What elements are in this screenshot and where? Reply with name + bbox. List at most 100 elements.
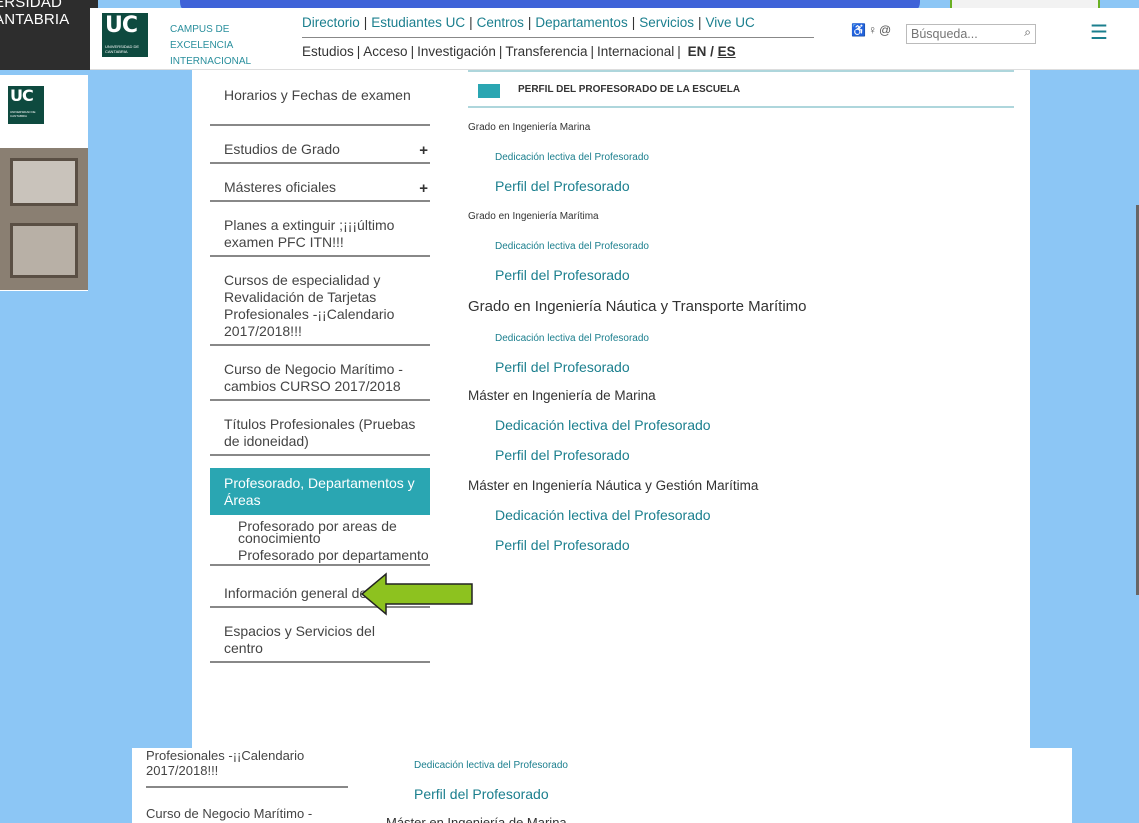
sidebar-item-horarios[interactable]: Horarios y Fechas de examen (210, 84, 430, 126)
lang-separator: / (706, 44, 718, 59)
section-title: PERFIL DEL PROFESORADO DE LA ESCUELA (518, 84, 741, 95)
green-arrow-icon (360, 572, 473, 616)
sidebar-item-cursos-especialidad[interactable]: Cursos de especialidad y Revalidación de… (210, 269, 430, 346)
program-heading: Máster en Ingeniería de Marina (468, 388, 656, 403)
background-photo-strip: UC UNIVERSIDAD DE CANTABRIA (0, 75, 88, 291)
nav-internacional[interactable]: Internacional (597, 44, 674, 59)
nav-departamentos[interactable]: Departamentos (535, 15, 627, 30)
nav-separator: | (356, 44, 361, 59)
sidebar-item-label: Títulos Profesionales (Pruebas de idonei… (224, 416, 416, 449)
logo-text: UC (10, 86, 34, 105)
lang-es-link[interactable]: ES (718, 44, 736, 59)
nav-separator: | (363, 15, 368, 30)
sidebar-fragment-text[interactable]: Curso de Negocio Marítimo - (146, 806, 312, 821)
email-icon[interactable]: @ (879, 23, 893, 37)
program-heading: Grado en Ingeniería Marina (468, 122, 591, 133)
campus-label[interactable]: CAMPUS DE EXCELENCIA INTERNACIONAL (170, 22, 251, 70)
sidebar-item-negocio-maritimo[interactable]: Curso de Negocio Marítimo - cambios CURS… (210, 358, 430, 401)
secondary-nav: Estudios | Acceso | Investigación | Transferen… (302, 44, 736, 59)
nav-directorio[interactable]: Directorio (302, 15, 360, 30)
perfil-link[interactable]: Perfil del Profesorado (414, 786, 549, 802)
sidebar-item-planes-extinguir[interactable]: Planes a extinguir ;¡¡¡último examen PFC… (210, 214, 430, 257)
logo-subtext: UNIVERSIDAD DE CANTABRIA (105, 44, 140, 54)
expand-plus-icon[interactable]: + (419, 142, 428, 159)
sidebar-item-label: Cursos de especialidad y Revalidación de… (224, 272, 395, 339)
building-photo (0, 148, 88, 290)
sidebar-item-label: Curso de Negocio Marítimo - cambios CURS… (224, 361, 403, 394)
nav-divider (302, 37, 814, 38)
sidebar-item-label: Másteres oficiales (224, 179, 337, 195)
background-text-line: ANTABRIA (0, 11, 70, 28)
nav-investigacion[interactable]: Investigación (417, 44, 496, 59)
nav-centros[interactable]: Centros (477, 15, 524, 30)
nav-separator: | (677, 44, 681, 59)
perfil-link[interactable]: Perfil del Profesorado (495, 537, 630, 553)
perfil-link[interactable]: Perfil del Profesorado (495, 267, 630, 283)
sidebar-subitem-departamento[interactable]: Profesorado por departamento (210, 544, 430, 566)
dedicacion-link[interactable]: Dedicación lectiva del Profesorado (495, 241, 649, 252)
campus-line: CAMPUS DE (170, 24, 230, 35)
sidebar-item-label: Espacios y Servicios del centro (224, 623, 375, 656)
content-area: PERFIL DEL PROFESORADO DE LA ESCUELA Gra… (468, 70, 1014, 553)
dedicacion-link[interactable]: Dedicación lectiva del Profesorado (495, 417, 711, 433)
hamburger-menu-icon[interactable]: ☰ (1090, 20, 1108, 45)
background-university-fragment: ERSIDAD ANTABRIA (0, 0, 98, 70)
main-panel: Horarios y Fechas de examen Estudios de … (192, 70, 1030, 748)
location-icon[interactable]: ♀ (868, 23, 879, 37)
search-input[interactable] (911, 26, 1011, 42)
dedicacion-link[interactable]: Dedicación lectiva del Profesorado (414, 760, 568, 771)
nav-separator: | (527, 15, 532, 30)
building-window (10, 158, 78, 206)
program-heading: Máster en Ingeniería de Marina (386, 815, 567, 823)
program-heading: Grado en Ingeniería Náutica y Transporte… (468, 298, 807, 315)
site-header: UC UNIVERSIDAD DE CANTABRIA CAMPUS DE EX… (90, 8, 1139, 70)
section-header: PERFIL DEL PROFESORADO DE LA ESCUELA (468, 70, 1014, 108)
accessibility-icons: ♿♀@ (851, 23, 893, 37)
search-box: ⌕ (906, 24, 1036, 44)
bottom-fragment: Profesionales -¡¡Calendario 2017/2018!!!… (132, 748, 1072, 823)
sidebar-item-masteres[interactable]: Másteres oficiales + (210, 176, 430, 202)
nav-acceso[interactable]: Acceso (363, 44, 407, 59)
nav-servicios[interactable]: Servicios (639, 15, 694, 30)
search-icon[interactable]: ⌕ (1024, 25, 1031, 40)
sidebar-subitem-areas[interactable]: Profesorado por areas de conocimiento (210, 515, 430, 545)
campus-line: INTERNACIONAL (170, 56, 252, 67)
accessibility-icon[interactable]: ♿ (851, 23, 868, 37)
sidebar-item-espacios-servicios[interactable]: Espacios y Servicios del centro (210, 620, 430, 663)
uc-logo[interactable]: UC UNIVERSIDAD DE CANTABRIA (102, 13, 148, 57)
primary-nav: Directorio | Estudiantes UC | Centros | Depart… (302, 15, 755, 30)
nav-estudiantes[interactable]: Estudiantes UC (371, 15, 465, 30)
sidebar-item-label: Horarios y Fechas de examen (224, 87, 411, 103)
perfil-link[interactable]: Perfil del Profesorado (495, 359, 630, 375)
sidebar-item-label: Profesorado, Departamentos y Áreas (224, 475, 415, 508)
sidebar-item-titulos-profesionales[interactable]: Títulos Profesionales (Pruebas de idonei… (210, 413, 430, 456)
nav-separator: | (469, 15, 473, 30)
section-marker (478, 84, 500, 98)
dedicacion-link[interactable]: Dedicación lectiva del Profesorado (495, 507, 711, 523)
nav-separator: | (590, 44, 594, 59)
sidebar-item-profesorado[interactable]: Profesorado, Departamentos y Áreas (210, 468, 430, 515)
background-text-line: ERSIDAD (0, 0, 63, 11)
sidebar-item-estudios-grado[interactable]: Estudios de Grado + (210, 138, 430, 164)
dedicacion-link[interactable]: Dedicación lectiva del Profesorado (495, 152, 649, 163)
logo-subtext: UNIVERSIDAD DE CANTABRIA (10, 110, 36, 118)
sidebar-item-label: Estudios de Grado (224, 141, 340, 157)
program-heading: Grado en Ingeniería Marítima (468, 211, 599, 222)
nav-vive-uc[interactable]: Vive UC (706, 15, 755, 30)
nav-separator: | (631, 15, 636, 30)
perfil-link[interactable]: Perfil del Profesorado (495, 447, 630, 463)
nav-transferencia[interactable]: Transferencia (505, 44, 587, 59)
sidebar-fragment-text: Profesionales -¡¡Calendario 2017/2018!!! (146, 748, 305, 778)
dedicacion-link[interactable]: Dedicación lectiva del Profesorado (495, 333, 649, 344)
perfil-link[interactable]: Perfil del Profesorado (495, 178, 630, 194)
nav-estudios[interactable]: Estudios (302, 44, 354, 59)
background-blue-corner (1072, 748, 1139, 823)
expand-plus-icon[interactable]: + (419, 180, 428, 197)
nav-separator: | (410, 44, 415, 59)
sidebar-fragment-divider (146, 786, 348, 788)
program-heading: Máster en Ingeniería Náutica y Gestión M… (468, 478, 759, 493)
building-window (10, 223, 78, 278)
nav-separator: | (697, 15, 702, 30)
lang-en-link[interactable]: EN (688, 44, 707, 59)
uc-logo-small: UC UNIVERSIDAD DE CANTABRIA (8, 86, 44, 124)
